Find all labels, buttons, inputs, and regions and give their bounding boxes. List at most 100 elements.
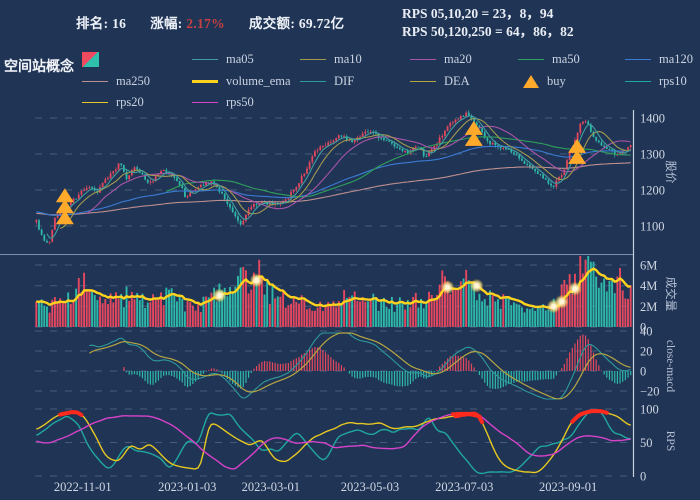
- candle-body: [232, 207, 234, 212]
- volume-bar: [279, 297, 281, 327]
- volume-bar: [99, 297, 101, 327]
- volume-bar: [335, 307, 337, 327]
- candle-body: [147, 180, 149, 183]
- candle-body: [463, 116, 465, 117]
- candle-body: [112, 171, 114, 173]
- volume-bar: [184, 311, 186, 327]
- candle-body: [388, 140, 390, 141]
- candle-body: [226, 199, 228, 204]
- volume-bar: [107, 304, 109, 327]
- candle-body: [237, 216, 239, 221]
- candle-body: [120, 163, 122, 165]
- volume-bar: [394, 312, 396, 327]
- candle-body: [444, 131, 446, 136]
- candle-body: [203, 185, 205, 186]
- candle-body: [229, 204, 231, 208]
- volume-bar: [123, 307, 125, 327]
- candle-body: [529, 165, 531, 167]
- volume-bar: [608, 281, 610, 327]
- candle-body: [179, 181, 181, 185]
- volume-bar: [179, 296, 181, 327]
- volume-bar: [603, 279, 605, 327]
- candle-body: [452, 122, 454, 123]
- volume-bar: [62, 303, 64, 327]
- rps50-line: [36, 414, 630, 469]
- volume-bar: [611, 280, 613, 327]
- rps10-line: [36, 410, 630, 473]
- volume-bar: [508, 297, 510, 327]
- candle-body: [295, 187, 297, 190]
- candle-body: [601, 142, 603, 145]
- volume-bar: [375, 297, 377, 327]
- volume-bar: [383, 298, 385, 327]
- candle-body: [587, 122, 589, 125]
- volume-bar: [258, 260, 260, 327]
- volume-bar: [518, 305, 520, 327]
- candle-body: [317, 150, 319, 151]
- candle-body: [354, 140, 356, 142]
- volume-bar: [287, 305, 289, 327]
- candle-body: [75, 199, 77, 200]
- volume-bar: [478, 294, 480, 327]
- candle-body: [205, 183, 207, 185]
- volume-bar: [545, 310, 547, 327]
- axis-tick: 50: [640, 436, 653, 450]
- candle-body: [380, 138, 382, 139]
- candle-body: [545, 178, 547, 179]
- volume-bar: [298, 304, 300, 327]
- candle-body: [582, 122, 584, 124]
- rps-highlight-segment: [60, 412, 81, 415]
- volume-bar: [492, 295, 494, 327]
- volume-bar: [293, 296, 295, 327]
- candle-body: [293, 190, 295, 192]
- volume-bar: [75, 289, 77, 327]
- volume-bar: [67, 292, 69, 327]
- axis-tick: 20: [640, 345, 653, 359]
- candle-body: [338, 135, 340, 138]
- ema-glow-core: [445, 285, 450, 290]
- axis-tick: 100: [640, 403, 659, 417]
- candle-body: [173, 176, 175, 178]
- candle-body: [152, 181, 154, 182]
- candle-body: [595, 137, 597, 141]
- volume-bar: [359, 302, 361, 327]
- candle-body: [136, 167, 138, 169]
- panel-ylabel-volume: 成交量: [664, 277, 678, 312]
- volume-bar: [593, 262, 595, 327]
- candle-body: [176, 178, 178, 181]
- volume-bar: [614, 293, 616, 327]
- candle-body: [54, 218, 56, 230]
- volume-bar: [540, 306, 542, 327]
- candle-body: [86, 188, 88, 190]
- candle-body: [563, 169, 565, 175]
- volume-bar: [420, 299, 422, 327]
- volume-bar: [433, 299, 435, 327]
- candle-body: [489, 141, 491, 144]
- candle-body: [253, 204, 255, 207]
- candle-body: [513, 152, 515, 154]
- candle-body: [298, 183, 300, 187]
- candle-body: [81, 191, 83, 195]
- candle-body: [221, 192, 223, 194]
- candle-body: [394, 144, 396, 147]
- volume-bar: [356, 301, 358, 327]
- volume-bar: [73, 301, 75, 327]
- candle-body: [441, 136, 443, 138]
- volume-bar: [378, 311, 380, 327]
- panel-ylabel-macd: close-macd: [664, 340, 676, 393]
- volume-bar: [157, 299, 159, 327]
- volume-bar: [49, 313, 51, 327]
- candle-body: [184, 188, 186, 197]
- volume-bar: [325, 305, 327, 327]
- candle-body: [314, 151, 316, 156]
- candle-body: [542, 175, 544, 179]
- candle-body: [481, 128, 483, 132]
- axis-tick: 40: [640, 325, 653, 339]
- axis-tick: 6M: [640, 259, 657, 273]
- volume-bar: [226, 296, 228, 327]
- candle-body: [142, 173, 144, 175]
- volume-bar: [136, 293, 138, 327]
- candle-body: [327, 142, 329, 145]
- candle-body: [224, 194, 226, 199]
- volume-bar: [301, 295, 303, 327]
